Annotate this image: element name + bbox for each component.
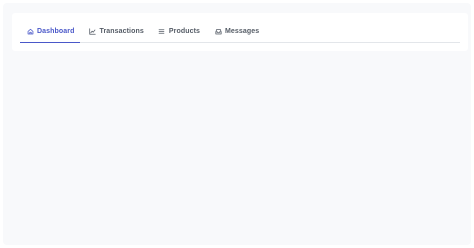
tab-products[interactable]: Products — [152, 21, 206, 42]
tab-dashboard-label: Dashboard — [37, 28, 75, 35]
tab-transactions-label: Transactions — [99, 28, 144, 35]
tab-bar: Dashboard Transactions Products Messages — [20, 21, 460, 43]
chart-line-icon — [88, 28, 96, 36]
tab-messages-label: Messages — [225, 28, 260, 35]
tab-products-label: Products — [168, 28, 200, 35]
inbox-icon — [214, 28, 222, 36]
tab-messages[interactable]: Messages — [208, 21, 265, 42]
tab-transactions[interactable]: Transactions — [82, 21, 149, 42]
page-container: Dashboard Transactions Products Messages — [3, 3, 471, 245]
list-icon — [158, 28, 166, 36]
tabs-card: Dashboard Transactions Products Messages — [12, 13, 468, 51]
home-icon — [26, 28, 34, 36]
tab-dashboard[interactable]: Dashboard — [20, 21, 81, 43]
